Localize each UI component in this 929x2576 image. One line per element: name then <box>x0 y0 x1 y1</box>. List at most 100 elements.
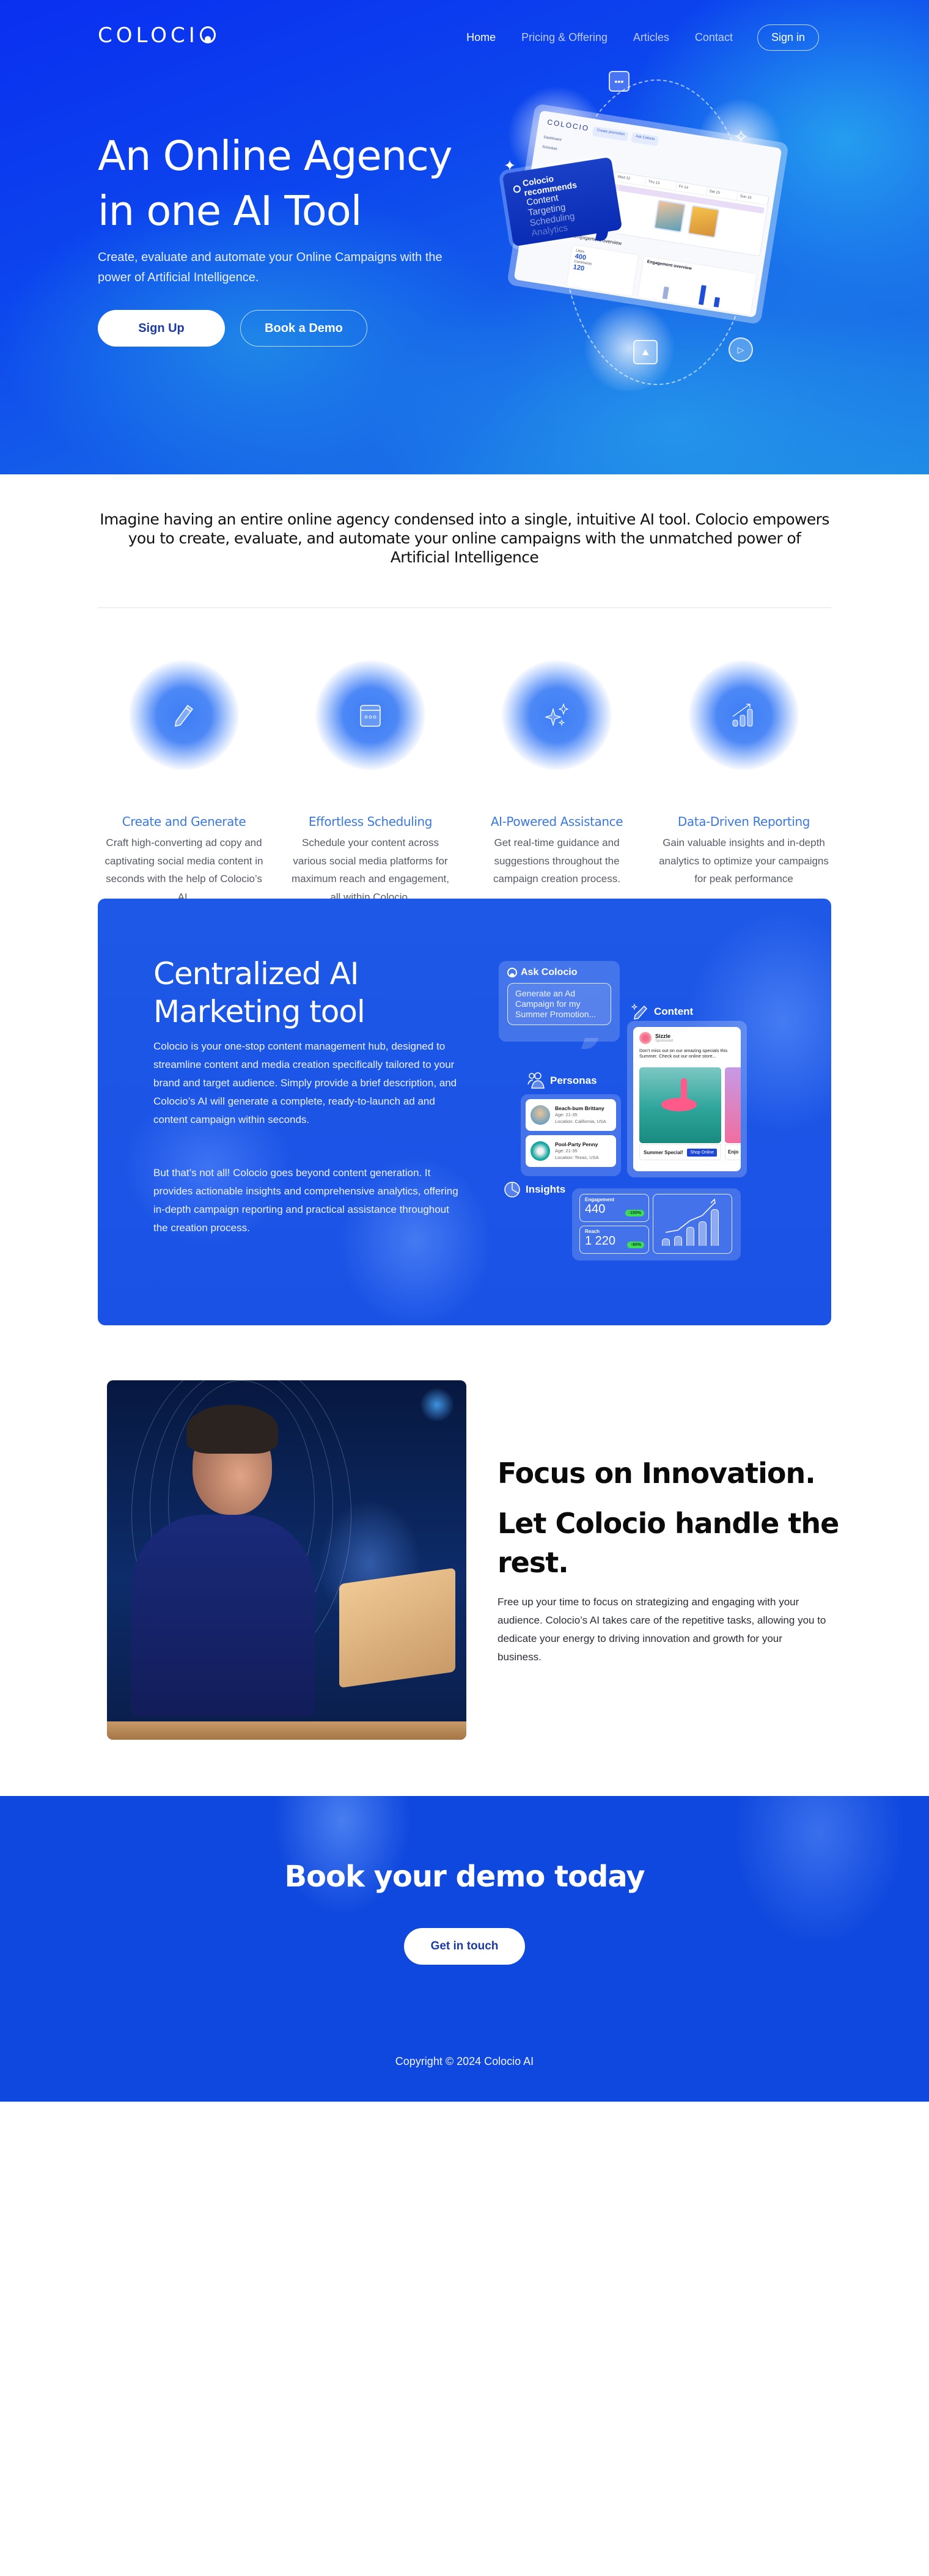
sparkle-icon: ✦ <box>504 158 516 174</box>
nav-link-home[interactable]: Home <box>466 31 496 44</box>
shop-online-button[interactable]: Shop Online <box>687 1148 717 1157</box>
nav-links: Home Pricing & Offering Articles Contact… <box>441 24 819 51</box>
ask-colocio-chip: Ask Colocio <box>631 132 659 147</box>
play-icon: ▷ <box>729 337 753 362</box>
growth-chart-icon <box>732 704 753 727</box>
person-hair <box>186 1405 278 1454</box>
logo[interactable]: COLOCIOCOLOCI <box>98 23 216 48</box>
feature-icon-glow <box>315 660 425 770</box>
calendar-day: Sat 15 <box>706 186 738 201</box>
pencil-sparkle-icon <box>631 1003 648 1020</box>
feature-title: Effortless Scheduling <box>308 814 433 829</box>
kpi-engagement: Engagement 440 ↑150% <box>579 1194 649 1222</box>
kpi-reach: Reach 1 220 ↑60% <box>579 1226 649 1254</box>
engagement-stats: Likes 400 Comments 120 <box>565 244 639 297</box>
sponsored-post: Sizzle Sponsored Don’t miss out on our a… <box>633 1027 741 1171</box>
post-sponsored-label: Sponsored <box>655 1039 674 1043</box>
image-icon: ⛰ <box>633 340 658 364</box>
logo-mark-icon <box>199 26 216 43</box>
nav-link-pricing[interactable]: Pricing & Offering <box>521 31 608 44</box>
colocio-logo-icon <box>512 185 521 194</box>
feature-effortless-scheduling: Effortless Scheduling Schedule your cont… <box>282 660 459 906</box>
nav-link-articles[interactable]: Articles <box>633 31 669 44</box>
sparkles-icon <box>544 703 569 727</box>
cta-footer-section: Book your demo today Get in touch Copyri… <box>0 1796 929 2102</box>
sign-in-button[interactable]: Sign in <box>757 24 819 51</box>
persona-avatar <box>531 1141 550 1161</box>
trend-bar <box>662 1238 670 1246</box>
dashboard-sidebar-item: Dashboard <box>543 135 562 142</box>
centralized-title-line1: Centralized AI <box>153 956 359 992</box>
insights-label-text: Insights <box>526 1183 566 1195</box>
speech-bubble-tail <box>581 1038 599 1049</box>
centralized-paragraph-1: Colocio is your one-stop content managem… <box>153 1040 457 1125</box>
persona-item: Pool-Party Penny Age: 21-35 Location: Te… <box>526 1135 616 1167</box>
hero-section: COLOCIOCOLOCI Home Pricing & Offering Ar… <box>0 0 929 474</box>
feature-title: AI-Powered Assistance <box>490 814 623 829</box>
feature-icon-glow <box>129 660 239 770</box>
book-demo-button[interactable]: Book a Demo <box>240 310 367 347</box>
focus-title: Focus on Innovation. Let Colocio handle … <box>498 1454 840 1582</box>
post-carousel-footer: Summer Special! Shop Online <box>639 1144 721 1160</box>
ask-colocio-card: Ask Colocio Generate an Ad Campaign for … <box>499 961 620 1042</box>
calendar-day: Thu 13 <box>645 177 677 191</box>
top-nav: COLOCIOCOLOCI Home Pricing & Offering Ar… <box>0 0 929 66</box>
focus-title-line1: Focus on Innovation. <box>498 1457 816 1490</box>
calendar-post-thumb <box>687 205 720 238</box>
get-in-touch-button[interactable]: Get in touch <box>404 1928 525 1965</box>
man-with-laptop-photo <box>107 1380 466 1740</box>
calendar-icon: ▪▪▪ <box>609 71 630 92</box>
persona-name: Pool-Party Penny <box>555 1141 598 1147</box>
content-label: Content <box>631 1003 693 1021</box>
post-header: Sizzle Sponsored <box>639 1032 735 1044</box>
pie-chart-icon <box>504 1182 520 1198</box>
persona-name: Beach-bum Brittany <box>555 1105 604 1111</box>
desk <box>107 1721 466 1740</box>
trend-arrow-head <box>710 1198 716 1204</box>
content-label-text: Content <box>654 1006 694 1017</box>
feature-data-reporting: Data-Driven Reporting Gain valuable insi… <box>655 660 832 888</box>
hero-title: An Online Agency in one AI Tool <box>98 128 453 238</box>
feature-title: Create and Generate <box>122 814 246 829</box>
calendar-day: Wed 12 <box>614 172 647 186</box>
personas-card: Beach-bum Brittany Age: 21-35 Location: … <box>521 1094 621 1176</box>
content-preview-card: Sizzle Sponsored Don’t miss out on our a… <box>627 1021 747 1177</box>
chart-bar <box>713 296 720 307</box>
ask-colocio-prompt: Generate an Ad Campaign for my Summer Pr… <box>507 983 611 1025</box>
ask-colocio-label: Ask Colocio <box>521 967 578 977</box>
users-icon <box>527 1072 545 1089</box>
trend-bar <box>686 1226 694 1246</box>
persona-avatar <box>531 1105 550 1125</box>
trend-bar <box>699 1221 707 1246</box>
calendar-day: Fri 14 <box>675 182 708 196</box>
nav-link-contact[interactable]: Contact <box>695 31 733 44</box>
kpi-change-badge: ↑150% <box>625 1210 644 1216</box>
feature-create-generate: Create and Generate Craft high-convertin… <box>95 660 273 906</box>
hero-title-line2: in one AI Tool <box>98 187 362 235</box>
intro-statement: Imagine having an entire online agency c… <box>100 510 829 566</box>
kpi-label: Reach <box>585 1229 600 1234</box>
chart-bar <box>662 286 669 300</box>
colocio-logo-icon <box>507 968 517 977</box>
centralized-title-line2: Marketing tool <box>153 994 365 1029</box>
trend-bar <box>711 1209 719 1246</box>
personas-label: Personas <box>527 1072 597 1089</box>
insights-card: Engagement 440 ↑150% Reach 1 220 ↑60% <box>572 1188 741 1260</box>
post-card-title: Summer Special! <box>644 1149 683 1155</box>
cta-title: Book your demo today <box>284 1860 645 1894</box>
sparkle-icon: ✧ <box>733 127 749 147</box>
section-divider <box>98 607 831 608</box>
post-text: Don’t miss out on our amazing specials t… <box>639 1048 728 1059</box>
feature-description: Schedule your content across various soc… <box>292 837 449 903</box>
pencil-icon <box>175 704 194 727</box>
centralized-ai-section: Centralized AI Marketing tool Colocio is… <box>98 899 831 1325</box>
trend-mini-chart <box>653 1194 732 1254</box>
calendar-icon <box>360 705 381 727</box>
feature-description: Craft high-converting ad copy and captiv… <box>105 837 263 903</box>
sign-up-button[interactable]: Sign Up <box>98 310 225 347</box>
feature-ai-assistance: AI-Powered Assistance Get real-time guid… <box>468 660 645 888</box>
flamingo-float <box>661 1098 697 1111</box>
centralized-paragraph-2: But that’s not all! Colocio goes beyond … <box>153 1167 458 1234</box>
post-brand-name: Sizzle <box>655 1033 671 1039</box>
calendar-post-thumb <box>653 199 686 233</box>
